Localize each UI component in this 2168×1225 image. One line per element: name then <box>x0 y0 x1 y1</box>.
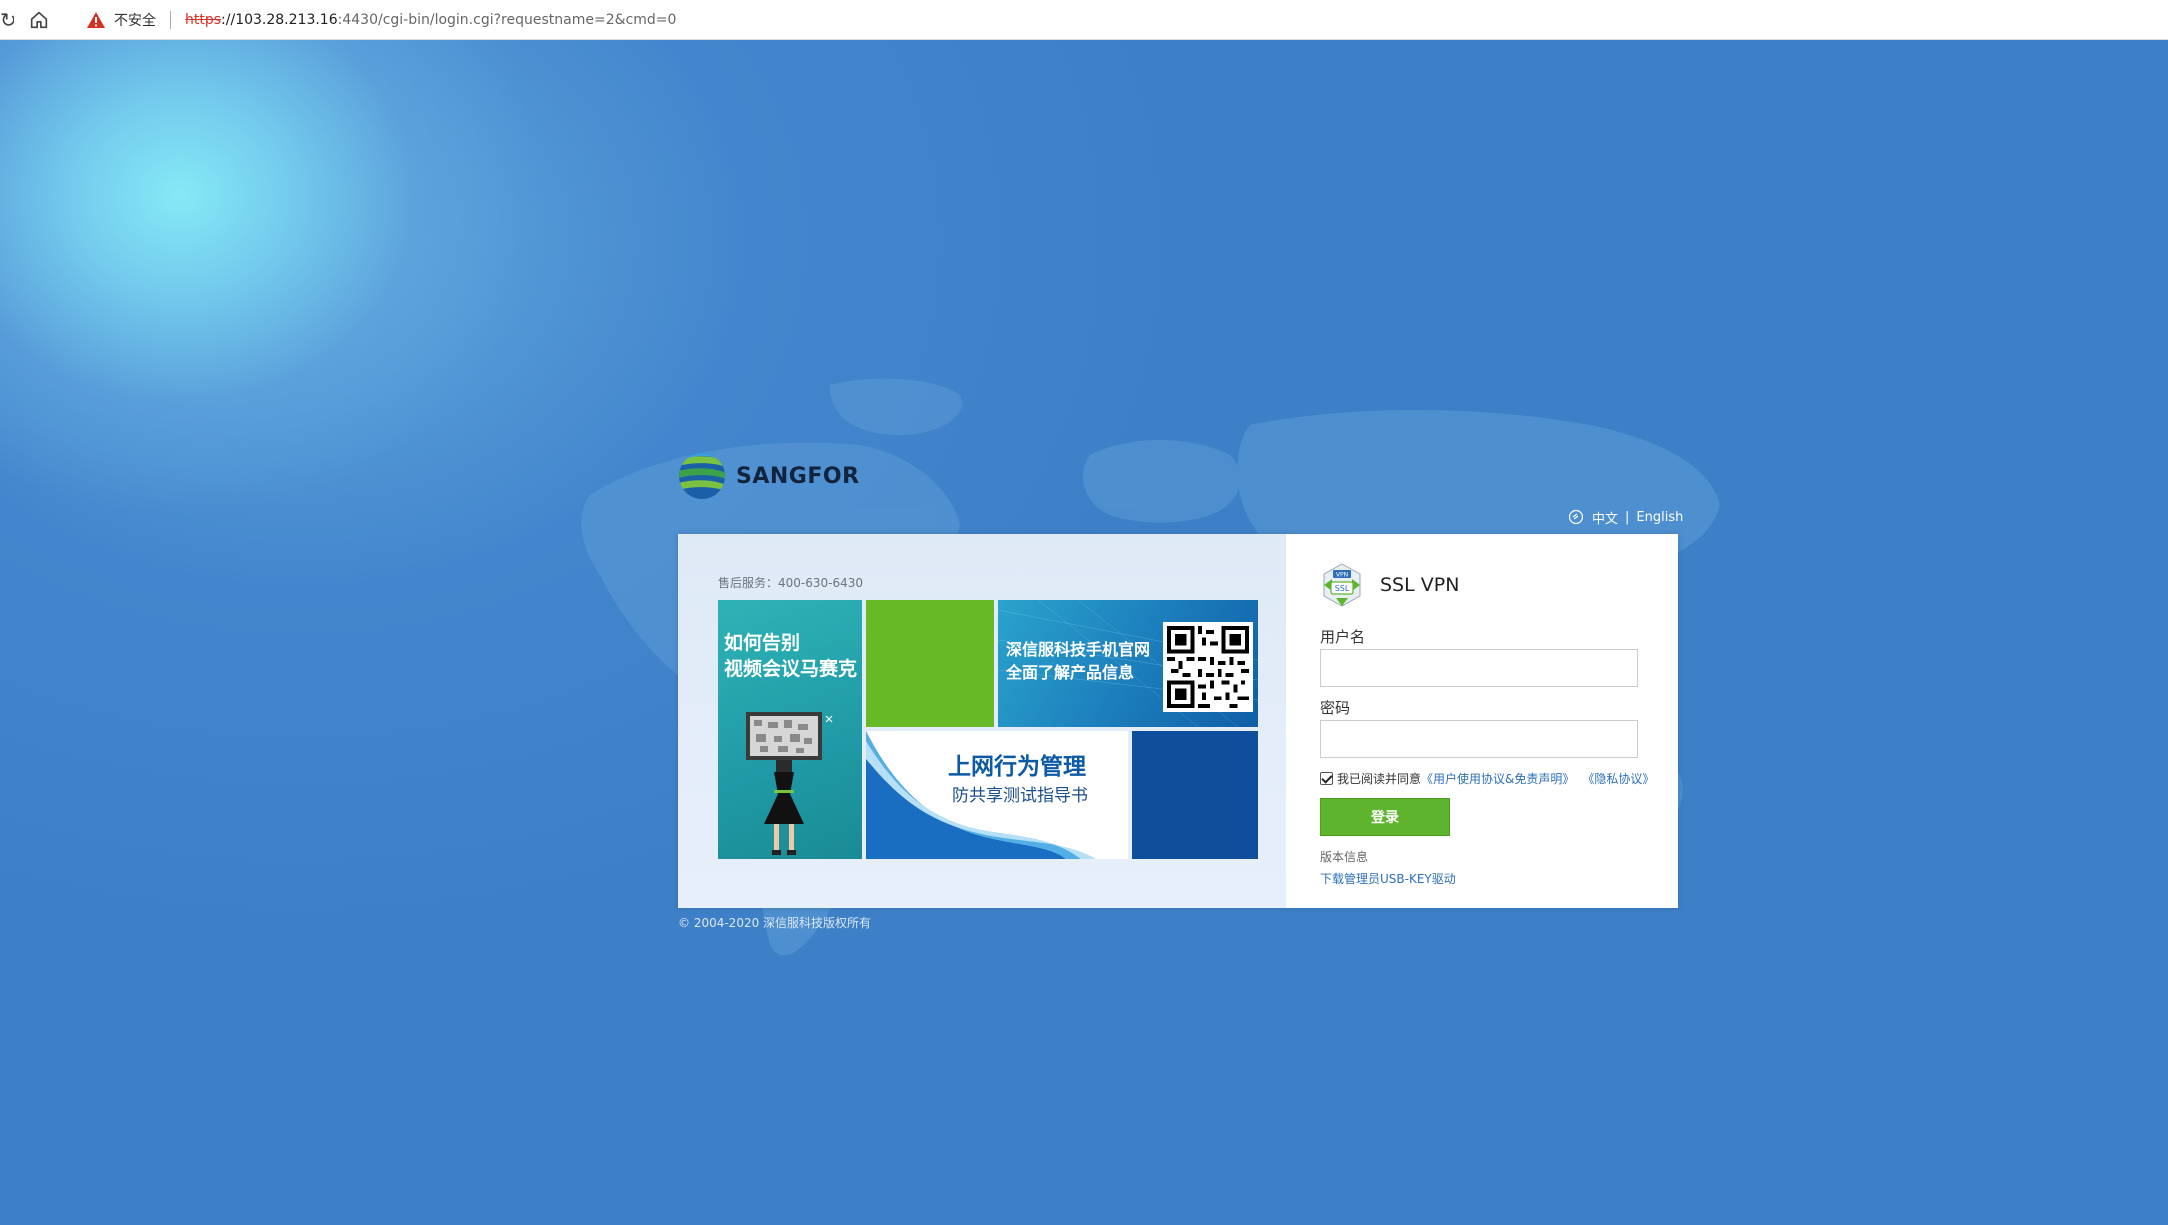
language-chinese-link[interactable]: 中文 <box>1592 508 1618 527</box>
warning-triangle-icon[interactable] <box>86 11 106 29</box>
url-protocol: https <box>185 12 222 28</box>
promo-tile-behavior-management[interactable]: 上网行为管理 防共享测试指导书 <box>866 731 1128 859</box>
sangfor-globe-icon <box>679 453 725 499</box>
language-switch: 中文 | English <box>1568 507 1683 527</box>
browser-toolbar: ↻ 不安全 https://103.28.213.16:4430/cgi-bin… <box>0 0 2168 40</box>
service-hotline: 售后服务：400-630-6430 <box>718 576 864 590</box>
privacy-agreement-link[interactable]: 《隐私协议》 <box>1582 770 1654 787</box>
sangfor-logo: SANGFOR <box>678 450 860 502</box>
product-header: VPN SSL SSL VPN <box>1320 562 1459 608</box>
promo-tile-dark-blue <box>1132 731 1258 859</box>
svg-text:SSL: SSL <box>1335 584 1350 593</box>
svg-text:VPN: VPN <box>1336 572 1348 579</box>
address-divider <box>170 11 171 29</box>
password-input[interactable] <box>1320 720 1638 758</box>
page-background: SANGFOR 中文 | English 售后服务：400-630-6430 如… <box>0 40 2168 1225</box>
product-title: SSL VPN <box>1380 574 1460 596</box>
language-english-link[interactable]: English <box>1636 510 1683 525</box>
url-path: :4430/cgi-bin/login.cgi?requestname=2&cm… <box>337 12 677 28</box>
qr-code-icon <box>1163 622 1253 712</box>
address-bar[interactable]: 不安全 https://103.28.213.16:4430/cgi-bin/l… <box>68 4 2168 36</box>
username-input[interactable] <box>1320 649 1638 687</box>
reload-icon[interactable]: ↻ <box>0 8 14 32</box>
login-panel: 售后服务：400-630-6430 如何告别 视频会议马赛克 深信服科技手机官网… <box>678 534 1678 908</box>
usb-key-driver-link[interactable]: 下载管理员USB-KEY驱动 <box>1320 870 1456 887</box>
login-form: VPN SSL SSL VPN 用户名 密码 我已阅读并同意 《用户使用协议&免… <box>1286 534 1678 908</box>
agreement-text: 我已阅读并同意 <box>1337 772 1422 786</box>
promo-tile-mobile-line2: 全面了解产品信息 <box>1006 663 1135 682</box>
version-info-link[interactable]: 版本信息 <box>1320 848 1368 865</box>
promo-area: 售后服务：400-630-6430 如何告别 视频会议马赛克 深信服科技手机官网… <box>678 534 1286 908</box>
promo-tile-video-mosaic[interactable]: 如何告别 视频会议马赛克 <box>718 600 862 859</box>
language-separator: | <box>1625 509 1630 525</box>
user-agreement-link[interactable]: 《用户使用协议&免责声明》 <box>1421 770 1574 787</box>
promo-tile-behavior-subtitle: 防共享测试指导书 <box>952 786 1088 806</box>
url-host: ://103.28.213.16 <box>221 12 338 28</box>
language-icon <box>1568 509 1584 525</box>
password-label: 密码 <box>1320 699 1351 717</box>
promo-tile-mobile-text: 深信服科技手机官网 全面了解产品信息 <box>1006 638 1150 684</box>
agreement-checkbox[interactable] <box>1320 772 1333 785</box>
copyright-text: © 2004-2020 深信服科技版权所有 <box>678 916 872 930</box>
agreement-row: 我已阅读并同意 《用户使用协议&免责声明》 《隐私协议》 <box>1320 770 1654 787</box>
promo-tile-video-line2: 视频会议马赛克 <box>724 658 858 680</box>
monitor-person-illustration <box>746 712 833 855</box>
ssl-vpn-icon: VPN SSL <box>1323 563 1361 607</box>
security-status-label[interactable]: 不安全 <box>114 10 156 30</box>
brand-name: SANGFOR <box>736 463 860 489</box>
promo-tile-mobile-line1: 深信服科技手机官网 <box>1006 640 1151 659</box>
promo-tile-mobile-site[interactable]: 深信服科技手机官网 全面了解产品信息 <box>998 600 1258 727</box>
promo-tile-behavior-title: 上网行为管理 <box>948 754 1086 780</box>
login-button[interactable]: 登录 <box>1320 798 1450 836</box>
username-label: 用户名 <box>1320 628 1366 646</box>
promo-tile-green <box>866 600 994 727</box>
home-icon[interactable] <box>28 9 52 31</box>
promo-tile-video-line1: 如何告别 <box>724 632 801 654</box>
promo-tile-video-text: 如何告别 视频会议马赛克 <box>724 630 857 682</box>
